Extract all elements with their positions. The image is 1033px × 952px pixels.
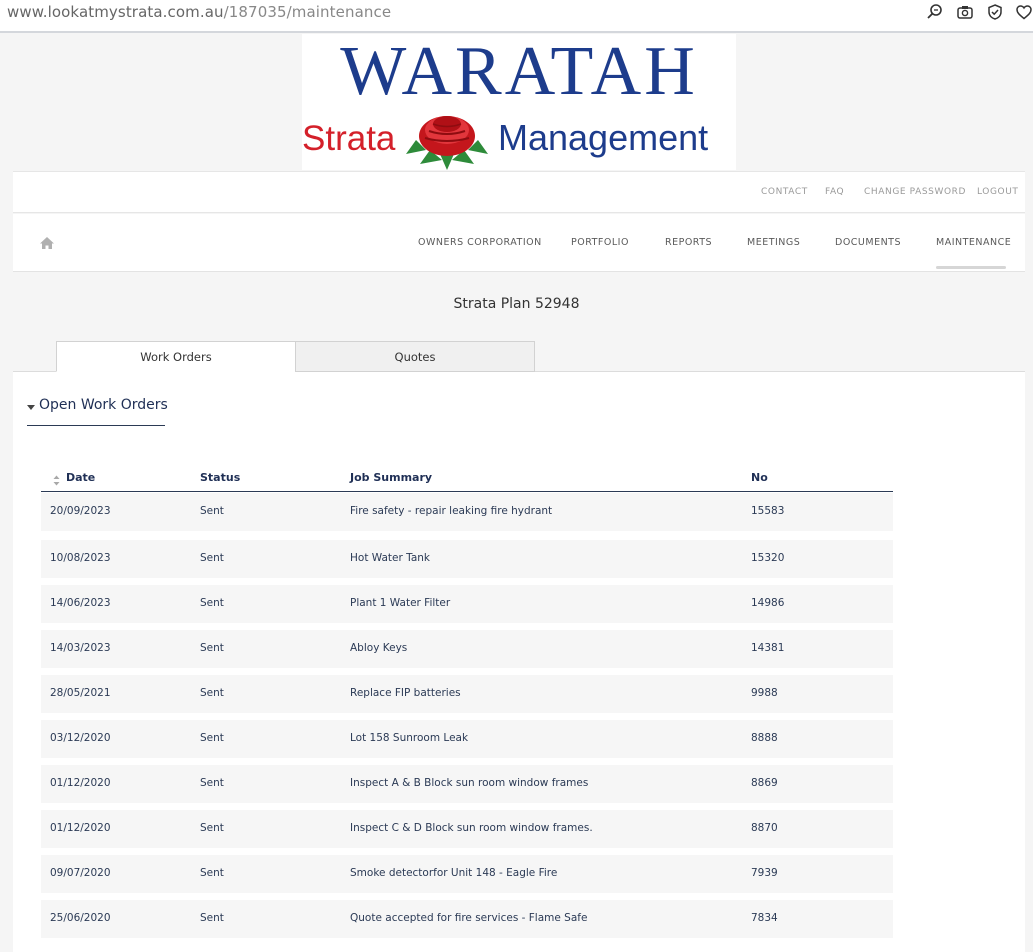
cell-date: 10/08/2023: [50, 552, 111, 564]
waratah-logo[interactable]: WARATAH Strata Management: [302, 33, 736, 170]
url-text[interactable]: www.lookatmystrata.com.au/187035/mainten…: [7, 3, 391, 21]
cell-job-summary: Smoke detectorfor Unit 148 - Eagle Fire: [350, 867, 558, 879]
cell-no: 7834: [751, 912, 778, 924]
change-password-link[interactable]: CHANGE PASSWORD: [864, 187, 966, 197]
nav-meetings[interactable]: MEETINGS: [747, 237, 800, 248]
table-row[interactable]: 09/07/2020 Sent Smoke detectorfor Unit 1…: [41, 855, 893, 893]
cell-job-summary: Hot Water Tank: [350, 552, 430, 564]
nav-reports[interactable]: REPORTS: [665, 237, 712, 248]
cell-status: Sent: [200, 642, 224, 654]
table-header: Date Status Job Summary No: [41, 467, 893, 492]
section-title: Open Work Orders: [39, 397, 168, 413]
header-job-summary[interactable]: Job Summary: [350, 471, 432, 484]
zoom-icon[interactable]: [926, 3, 944, 21]
main-nav: OWNERS CORPORATION PORTFOLIO REPORTS MEE…: [13, 214, 1025, 272]
cell-job-summary: Abloy Keys: [350, 642, 408, 654]
utility-nav: CONTACT FAQ CHANGE PASSWORD LOGOUT: [13, 171, 1025, 213]
cell-status: Sent: [200, 912, 224, 924]
cell-date: 01/12/2020: [50, 777, 111, 789]
url-domain: www.lookatmystrata.com.au: [7, 3, 224, 21]
table-row[interactable]: 01/12/2020 Sent Inspect C & D Block sun …: [41, 810, 893, 848]
cell-date: 09/07/2020: [50, 867, 111, 879]
table-row[interactable]: 14/06/2023 Sent Plant 1 Water Filter 149…: [41, 585, 893, 623]
url-path: /187035/maintenance: [223, 3, 392, 21]
camera-icon[interactable]: [956, 3, 974, 21]
browser-address-bar: www.lookatmystrata.com.au/187035/mainten…: [0, 0, 1033, 33]
nav-owners-corporation[interactable]: OWNERS CORPORATION: [418, 237, 542, 248]
cell-job-summary: Quote accepted for fire services - Flame…: [350, 912, 588, 924]
cell-job-summary: Plant 1 Water Filter: [350, 597, 451, 609]
cell-job-summary: Inspect C & D Block sun room window fram…: [350, 822, 593, 834]
open-work-orders-toggle[interactable]: Open Work Orders: [27, 396, 168, 426]
cell-job-summary: Replace FIP batteries: [350, 687, 461, 699]
header-status[interactable]: Status: [200, 471, 240, 484]
header-date[interactable]: Date: [66, 471, 95, 484]
cell-date: 01/12/2020: [50, 822, 111, 834]
cell-no: 14986: [751, 597, 785, 609]
cell-status: Sent: [200, 822, 224, 834]
cell-date: 03/12/2020: [50, 732, 111, 744]
cell-status: Sent: [200, 867, 224, 879]
table-row[interactable]: 28/05/2021 Sent Replace FIP batteries 99…: [41, 675, 893, 713]
contact-link[interactable]: CONTACT: [761, 187, 808, 197]
cell-date: 20/09/2023: [50, 505, 111, 517]
cell-no: 15583: [751, 505, 785, 517]
waratah-flower-icon: [406, 116, 488, 170]
cell-status: Sent: [200, 732, 224, 744]
nav-active-indicator: [936, 266, 1006, 269]
cell-status: Sent: [200, 505, 224, 517]
table-row[interactable]: 10/08/2023 Sent Hot Water Tank 15320: [41, 540, 893, 578]
cell-no: 14381: [751, 642, 785, 654]
cell-status: Sent: [200, 777, 224, 789]
heart-icon[interactable]: [1015, 3, 1033, 21]
logout-link[interactable]: LOGOUT: [977, 187, 1019, 197]
cell-no: 9988: [751, 687, 778, 699]
cell-job-summary: Lot 158 Sunroom Leak: [350, 732, 469, 744]
header-no[interactable]: No: [751, 471, 768, 484]
svg-text:Management: Management: [498, 117, 708, 158]
page-title: Strata Plan 52948: [453, 296, 580, 312]
sort-icon[interactable]: [53, 475, 60, 486]
cell-no: 8888: [751, 732, 778, 744]
cell-no: 15320: [751, 552, 785, 564]
table-row[interactable]: 25/06/2020 Sent Quote accepted for fire …: [41, 900, 893, 938]
svg-text:Strata: Strata: [302, 119, 396, 158]
table-row[interactable]: 14/03/2023 Sent Abloy Keys 14381: [41, 630, 893, 668]
caret-down-icon: [27, 405, 35, 410]
tab-quotes[interactable]: Quotes: [295, 341, 535, 372]
faq-link[interactable]: FAQ: [825, 187, 844, 197]
cell-date: 14/03/2023: [50, 642, 111, 654]
cell-no: 8870: [751, 822, 778, 834]
cell-job-summary: Inspect A & B Block sun room window fram…: [350, 777, 589, 789]
cell-status: Sent: [200, 597, 224, 609]
table-row[interactable]: 03/12/2020 Sent Lot 158 Sunroom Leak 888…: [41, 720, 893, 758]
shield-check-icon[interactable]: [986, 3, 1004, 21]
cell-no: 8869: [751, 777, 778, 789]
cell-date: 25/06/2020: [50, 912, 111, 924]
nav-maintenance[interactable]: MAINTENANCE: [936, 237, 1011, 248]
table-row[interactable]: 01/12/2020 Sent Inspect A & B Block sun …: [41, 765, 893, 803]
cell-date: 28/05/2021: [50, 687, 111, 699]
nav-portfolio[interactable]: PORTFOLIO: [571, 237, 629, 248]
cell-status: Sent: [200, 552, 224, 564]
logo-graphic: WARATAH Strata Management: [302, 33, 708, 170]
svg-text:WARATAH: WARATAH: [340, 34, 698, 110]
cell-status: Sent: [200, 687, 224, 699]
tab-work-orders[interactable]: Work Orders: [56, 341, 296, 372]
cell-date: 14/06/2023: [50, 597, 111, 609]
cell-job-summary: Fire safety - repair leaking fire hydran…: [350, 505, 553, 517]
work-orders-panel: Open Work Orders Date Status Job Summary…: [13, 372, 1025, 952]
nav-documents[interactable]: DOCUMENTS: [835, 237, 901, 248]
home-icon[interactable]: [39, 236, 55, 250]
table-row[interactable]: 20/09/2023 Sent Fire safety - repair lea…: [41, 493, 893, 531]
cell-no: 7939: [751, 867, 778, 879]
